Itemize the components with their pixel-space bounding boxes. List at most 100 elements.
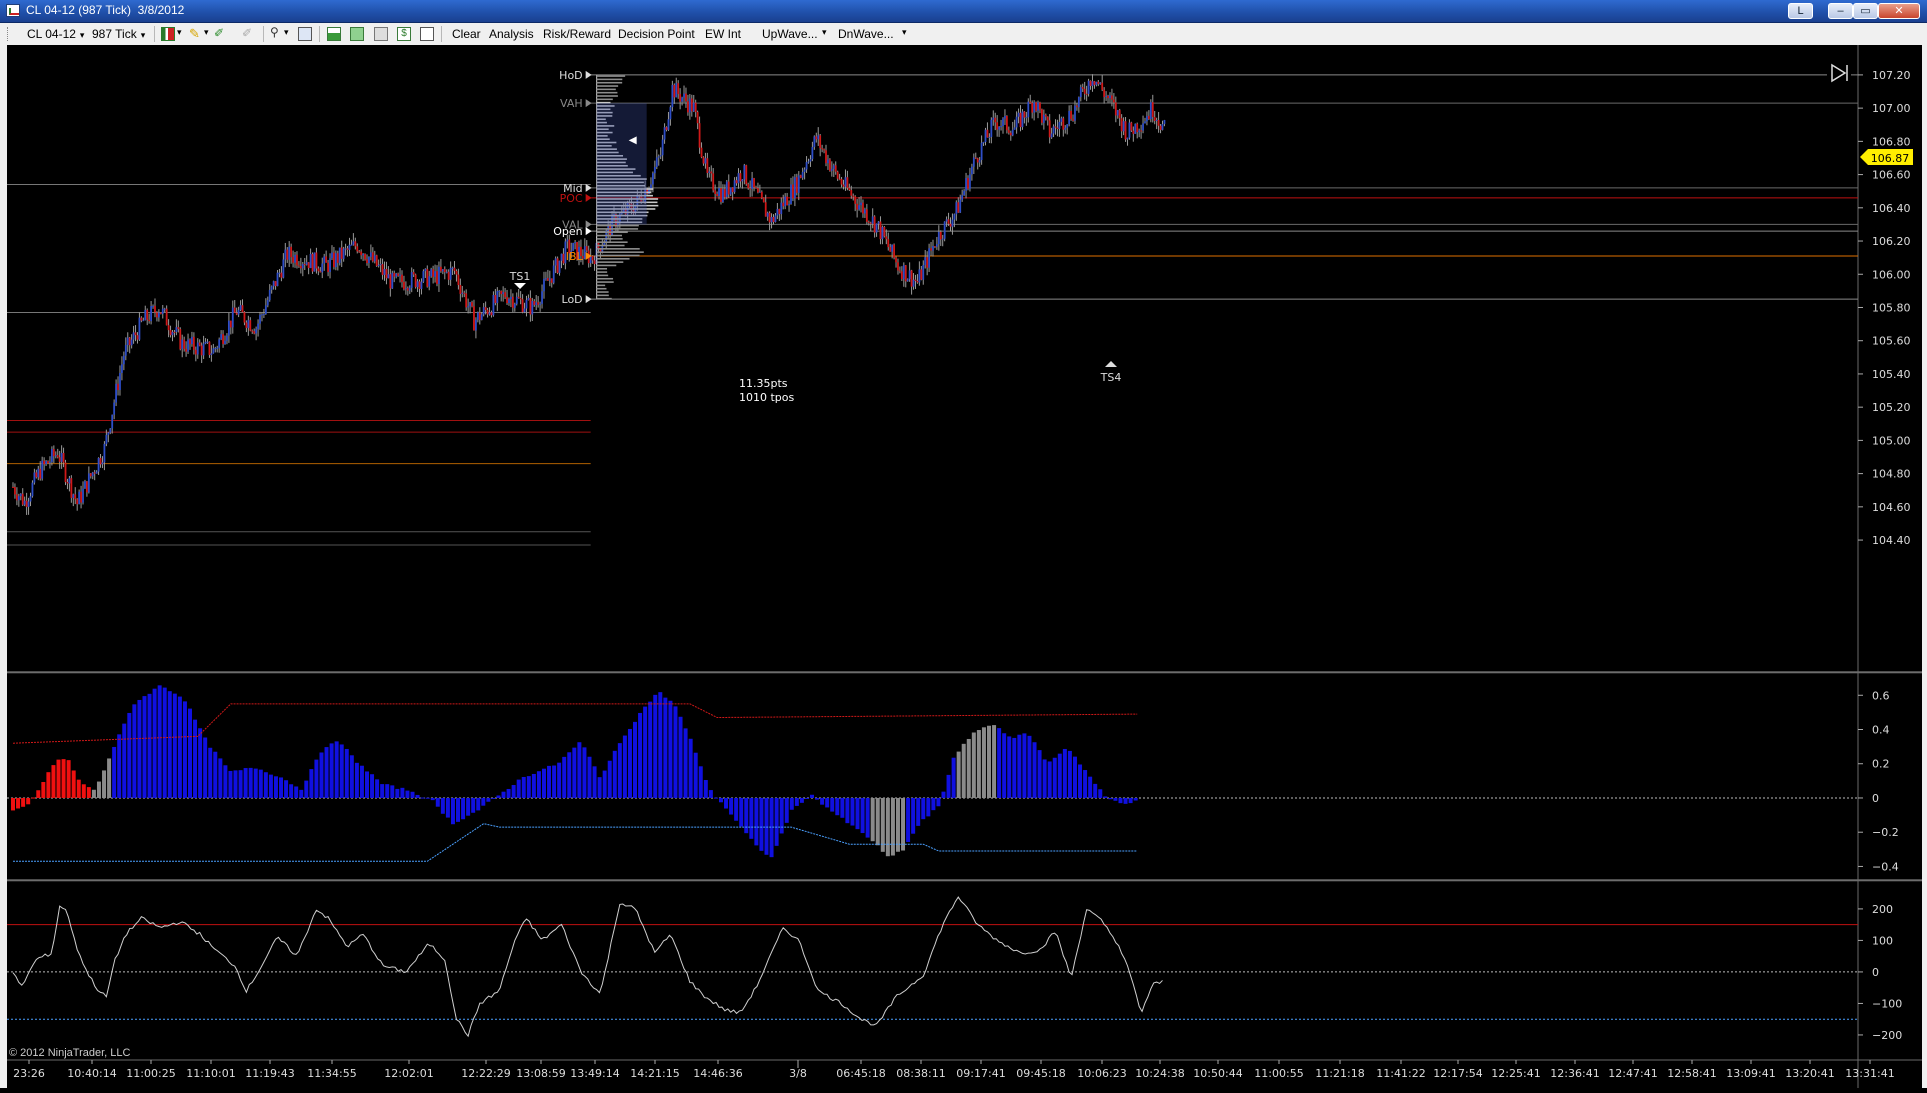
candle-body [253,331,256,334]
strategies-icon[interactable] [350,27,364,41]
osc-bar [21,797,26,807]
candle-body [424,268,427,272]
upwave-dropdown-icon[interactable]: ▾ [822,27,827,38]
candle-body [749,188,752,190]
candle-body [1013,127,1016,130]
maximize-button[interactable]: ▭ [1853,3,1878,19]
link-button[interactable]: L [1788,3,1813,19]
osc-bar [607,760,612,798]
candle-body [235,312,238,315]
candle-body [189,339,191,344]
osc-bar [759,797,764,851]
scroll-to-end-button[interactable] [1827,61,1851,85]
drawing-pencil-icon[interactable]: ✎ [189,26,203,41]
osc-bar [71,770,76,798]
osc-bar [1022,733,1027,798]
ew-int-button[interactable]: EW Int [705,27,741,41]
time-tick-label: 12:36:41 [1550,1067,1599,1080]
interval-selector[interactable]: 987 Tick [92,27,145,41]
osc-bar [683,728,688,798]
chart-canvas[interactable]: HoDVAHMidPOCVALOpenIBLLoD 107.20107.0010… [7,45,1922,1088]
osc-bar [946,774,951,798]
osc-bar [344,748,349,798]
clear-button[interactable]: Clear [452,27,481,41]
profile-bar [596,254,640,257]
osc-bar [976,730,981,798]
zoom-dropdown-icon[interactable]: ▾ [284,27,289,38]
indicators-icon[interactable] [327,27,341,41]
osc-bar [147,693,152,798]
osc-bar [1108,797,1113,800]
osc-bar [997,728,1002,798]
candle-body [957,202,960,213]
candle-body [525,299,528,309]
osc-bar [152,688,157,798]
osc-bar [627,728,632,798]
instrument-selector[interactable]: CL 04-12 [27,27,84,41]
candle-body [56,455,59,458]
cci-tick-label: 0 [1872,966,1879,979]
candle-body [97,457,100,472]
candle-body [823,149,825,151]
candle-body [1146,116,1148,122]
analysis-button[interactable]: Analysis [489,27,534,41]
chart-style-icon[interactable] [161,27,175,41]
minimize-button[interactable]: – [1828,3,1853,19]
candle-body [47,461,49,464]
osc-bar [511,785,516,798]
osc-bar [901,797,906,851]
data-box-icon[interactable] [420,27,434,41]
profile-tpo-text: 1010 tpos [739,391,795,404]
risk-reward-button[interactable]: Risk/Reward [543,27,611,41]
profile-bar [596,81,623,84]
profile-bar [596,274,609,277]
candle-body [562,253,565,264]
toolbar-grip[interactable] [7,27,10,41]
candle-body [687,101,689,113]
chart-area[interactable]: HoD VAH Mid POC VAL Open IBL LoD 107.20 107.00 10… [7,45,1922,1088]
candle-body [1093,81,1096,85]
osc-bar [916,797,921,826]
osc-bar [410,791,415,798]
candle-body [15,494,18,501]
drawing-dropdown-icon[interactable]: ▾ [204,27,209,38]
price-tick-label: 104.60 [1872,501,1911,514]
osc-bar [81,784,86,798]
candle-body [93,472,96,474]
osc-bar [223,765,228,798]
properties-icon[interactable] [298,27,312,41]
candle-body [552,265,555,283]
dollar-icon[interactable]: $ [397,27,411,41]
candle-body [683,93,685,98]
decision-point-button[interactable]: Decision Point [618,27,695,41]
candle-body [31,482,34,497]
profile-bar [596,294,609,297]
candle-body [412,272,415,275]
templates-icon[interactable] [374,27,388,41]
candle-body [869,222,872,224]
dnwave-dropdown-icon[interactable]: ▾ [902,27,907,38]
candle-body [657,156,660,158]
candle-body [941,238,944,240]
osc-bar [284,780,289,798]
osc-bar [941,791,946,798]
candle-body [661,139,664,156]
candle-body [519,297,522,300]
zoom-icon[interactable]: ⚲ [270,25,284,39]
candle-body [714,190,717,194]
candle-body [414,274,417,288]
candle-body [681,97,683,102]
time-tick-label: 11:19:43 [245,1067,294,1080]
pin-icon[interactable]: ✐ [214,26,228,40]
candle-body [130,339,133,346]
close-button[interactable]: ✕ [1878,3,1920,19]
chart-style-dropdown-icon[interactable]: ▾ [177,27,182,38]
upwave-button[interactable]: UpWave... [762,27,818,41]
toolbar-separator [441,26,442,42]
dnwave-button[interactable]: DnWave... [838,27,894,41]
eraser-icon[interactable]: ✐ [242,26,256,40]
candle-body [727,181,730,195]
osc-bar [718,797,723,803]
candle-body [309,253,312,269]
candle-body [494,294,497,303]
